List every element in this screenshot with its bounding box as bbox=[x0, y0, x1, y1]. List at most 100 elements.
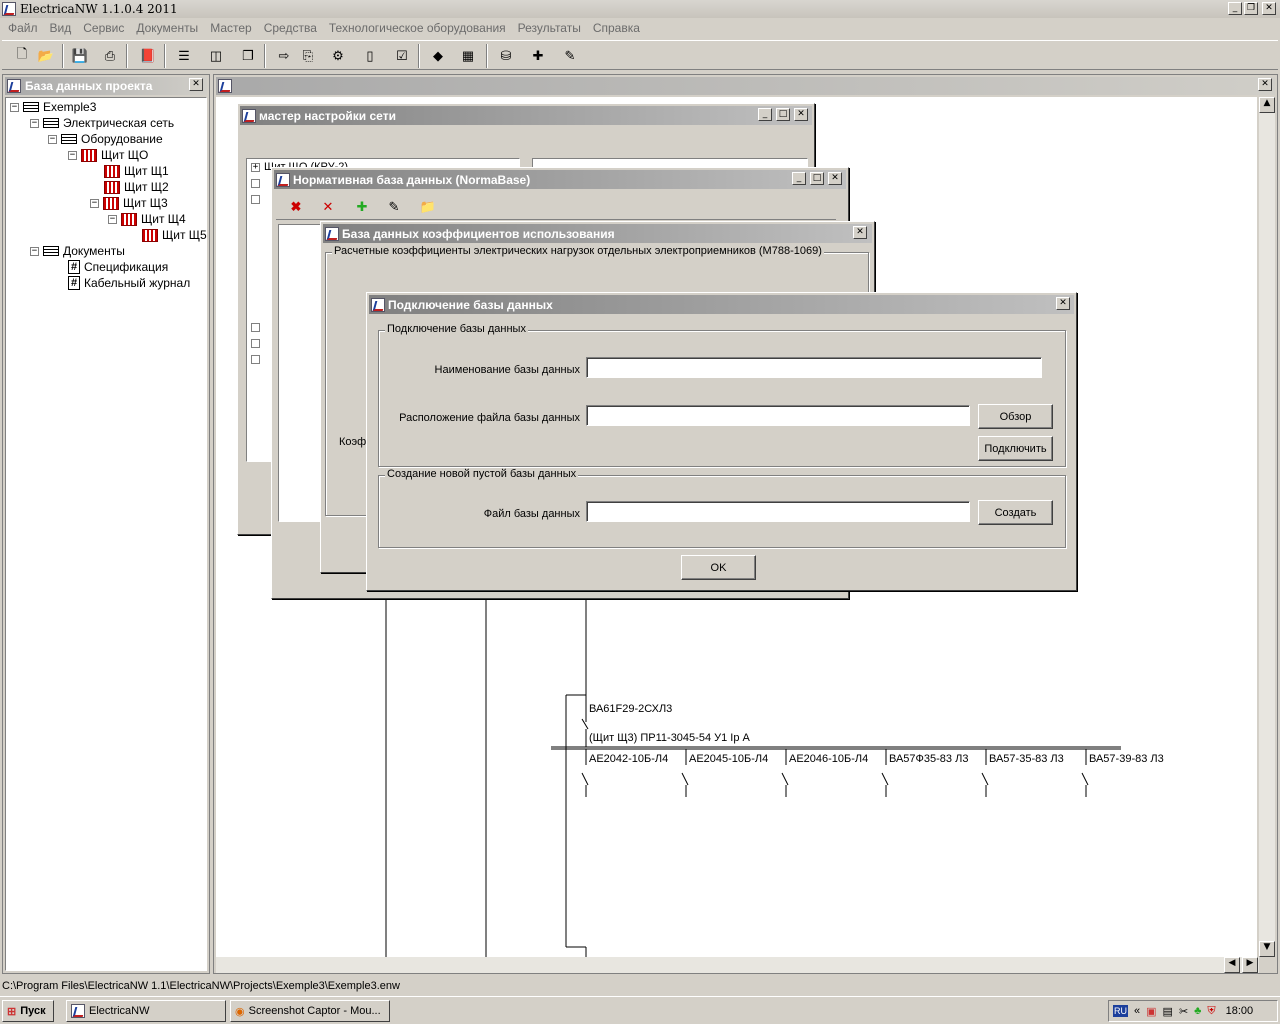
browse-button[interactable]: Обзор bbox=[978, 404, 1053, 429]
tool-icon[interactable]: ✎ bbox=[558, 44, 582, 68]
tree-node-cable-journal[interactable]: # Кабельный журнал bbox=[68, 276, 190, 290]
network-icon[interactable]: ▣ bbox=[1146, 1005, 1156, 1018]
layout-vertical-icon[interactable]: ◫ bbox=[204, 44, 228, 68]
tree-node-shield-5[interactable]: Щит Щ5 bbox=[142, 228, 207, 242]
add-icon[interactable]: ✚ bbox=[526, 44, 550, 68]
db-location-label: Расположение файла базы данных bbox=[399, 412, 580, 424]
close-button[interactable]: ✕ bbox=[1262, 2, 1276, 15]
tray-app-icon[interactable]: ♣ bbox=[1194, 1005, 1201, 1017]
monitor-icon[interactable]: ▤ bbox=[1163, 1005, 1173, 1018]
horizontal-scrollbar[interactable]: ◀ ▶ bbox=[216, 957, 1259, 973]
tree-node-shield-so[interactable]: − Щит ЩО bbox=[68, 148, 148, 162]
restore-button[interactable]: ❐ bbox=[1244, 2, 1258, 15]
document-icon: # bbox=[68, 260, 80, 274]
tree-node-documents[interactable]: − Документы bbox=[30, 244, 125, 258]
normabase-list[interactable] bbox=[278, 224, 326, 522]
close-icon[interactable]: ✕ bbox=[1056, 297, 1070, 310]
menu-documents[interactable]: Документы bbox=[130, 21, 204, 35]
tree-node-specification[interactable]: # Спецификация bbox=[68, 260, 168, 274]
database-add-icon[interactable]: ⛁ bbox=[494, 44, 518, 68]
close-icon[interactable]: ✕ bbox=[853, 226, 867, 239]
database-icon bbox=[23, 102, 39, 112]
layout-horizontal-icon[interactable]: ☰ bbox=[172, 44, 196, 68]
folder-icon[interactable]: 📁 bbox=[416, 195, 440, 219]
print-icon[interactable]: ⎙ bbox=[98, 44, 122, 68]
bookmark-icon[interactable]: ◆ bbox=[426, 44, 450, 68]
menu-service[interactable]: Сервис bbox=[77, 21, 130, 35]
maximize-icon[interactable]: □ bbox=[776, 108, 790, 121]
tree-node-electric-network[interactable]: − Электрическая сеть bbox=[30, 116, 174, 130]
menu-results[interactable]: Результаты bbox=[512, 21, 587, 35]
delete-record-icon[interactable]: ✖ bbox=[284, 195, 308, 219]
window-icon bbox=[218, 79, 232, 93]
tree-node-shield-1[interactable]: Щит Щ1 bbox=[104, 164, 169, 178]
create-button[interactable]: Создать bbox=[978, 500, 1053, 525]
project-panel: База данных проекта ✕ − Exemple3 − Электри… bbox=[2, 74, 210, 974]
minimize-button[interactable]: _ bbox=[1228, 2, 1242, 15]
shield-icon[interactable]: ⛨ bbox=[1207, 1005, 1215, 1018]
db-name-label: Наименование базы данных bbox=[434, 364, 580, 376]
bus-label: (Щит Щ3) ПР11-3045-54 У1 Iр А bbox=[589, 732, 750, 744]
language-indicator[interactable]: RU bbox=[1113, 1005, 1128, 1017]
export-icon[interactable]: ⇨ bbox=[272, 44, 296, 68]
db-file-label: Файл базы данных bbox=[483, 508, 580, 520]
start-button[interactable]: ⊞ Пуск bbox=[2, 1000, 54, 1022]
scroll-left-icon[interactable]: ◀ bbox=[1224, 957, 1240, 973]
scroll-right-icon[interactable]: ▶ bbox=[1242, 957, 1258, 973]
menu-help[interactable]: Справка bbox=[587, 21, 646, 35]
schematic-close-button[interactable]: ✕ bbox=[1258, 78, 1272, 91]
tree-node-shield-2[interactable]: Щит Щ2 bbox=[104, 180, 169, 194]
clock: 18:00 bbox=[1225, 1005, 1254, 1017]
book-icon[interactable]: 📕 bbox=[136, 44, 160, 68]
tools-icon[interactable]: ✂ bbox=[1179, 1005, 1188, 1018]
task-screenshot-captor[interactable]: ◉ Screenshot Captor - Mou... bbox=[230, 1000, 390, 1022]
cascade-windows-icon[interactable]: ❐ bbox=[236, 44, 260, 68]
db-file-input[interactable] bbox=[586, 501, 970, 522]
menu-bar: Файл Вид Сервис Документы Мастер Средств… bbox=[0, 18, 1280, 38]
tray-expand-icon[interactable]: « bbox=[1134, 1005, 1140, 1017]
add-record-icon[interactable]: ✚ bbox=[350, 195, 374, 219]
scroll-down-icon[interactable]: ▼ bbox=[1259, 941, 1275, 957]
device-icon[interactable]: ▯ bbox=[358, 44, 382, 68]
checklist-icon[interactable]: ☑ bbox=[390, 44, 414, 68]
save-icon[interactable]: 💾 bbox=[68, 44, 92, 68]
panel-close-button[interactable]: ✕ bbox=[189, 78, 203, 91]
menu-file[interactable]: Файл bbox=[2, 21, 44, 35]
menu-tools[interactable]: Средства bbox=[258, 21, 323, 35]
db-name-input[interactable] bbox=[586, 357, 1042, 378]
tree-node-project[interactable]: − Exemple3 bbox=[10, 100, 96, 114]
copy-icon[interactable]: ⎘ bbox=[296, 44, 320, 68]
maximize-icon[interactable]: □ bbox=[810, 172, 824, 185]
tree-node-shield-4[interactable]: − Щит Щ4 bbox=[108, 212, 186, 226]
new-file-icon[interactable]: 🗋 bbox=[10, 44, 34, 68]
minimize-icon[interactable]: _ bbox=[758, 108, 772, 121]
ok-button[interactable]: OK bbox=[681, 555, 756, 580]
table-icon[interactable]: ▦ bbox=[456, 44, 480, 68]
edit-icon[interactable]: ✎ bbox=[382, 195, 406, 219]
close-icon[interactable]: ✕ bbox=[828, 172, 842, 185]
switchboard-icon bbox=[81, 148, 97, 162]
feeder-label: АЕ2045-10Б-Л4 bbox=[689, 753, 769, 765]
menu-view[interactable]: Вид bbox=[44, 21, 78, 35]
tree-node-shield-3[interactable]: − Щит Щ3 bbox=[90, 196, 168, 210]
switchboard-icon bbox=[103, 196, 119, 210]
scroll-up-icon[interactable]: ▲ bbox=[1259, 97, 1275, 113]
vertical-scrollbar[interactable]: ▲ ▼ bbox=[1259, 97, 1275, 957]
open-folder-icon[interactable]: 📂 bbox=[34, 44, 58, 68]
menu-wizard[interactable]: Мастер bbox=[204, 21, 258, 35]
delete-icon[interactable]: ✕ bbox=[316, 195, 340, 219]
system-tray: RU « ▣ ▤ ✂ ♣ ⛨ 18:00 bbox=[1108, 1000, 1278, 1022]
db-location-input[interactable] bbox=[586, 405, 970, 426]
dialog-icon bbox=[242, 108, 256, 123]
panel-icon bbox=[7, 79, 21, 93]
connect-group: Подключение базы данных bbox=[378, 323, 1066, 467]
close-icon[interactable]: ✕ bbox=[794, 108, 808, 121]
feeder-label: АЕ2046-10Б-Л4 bbox=[789, 753, 869, 765]
menu-equipment[interactable]: Технологическое оборудования bbox=[323, 21, 512, 35]
windows-logo-icon: ⊞ bbox=[7, 1005, 17, 1018]
tree-node-equipment[interactable]: − Оборудование bbox=[48, 132, 163, 146]
minimize-icon[interactable]: _ bbox=[792, 172, 806, 185]
settings-icon[interactable]: ⚙ bbox=[326, 44, 350, 68]
task-electricanw[interactable]: ElectricaNW bbox=[66, 1000, 226, 1022]
connect-button[interactable]: Подключить bbox=[978, 436, 1053, 461]
